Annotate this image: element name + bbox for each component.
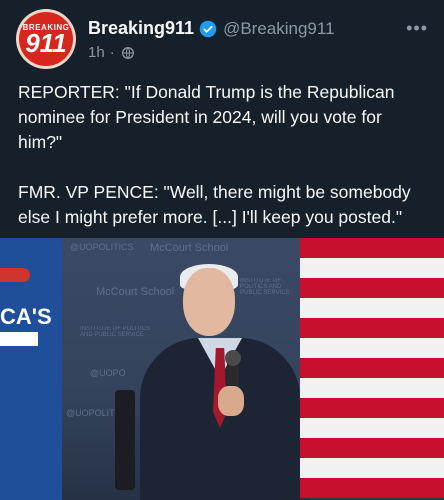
speaker-head — [183, 268, 235, 336]
name-row: Breaking911 @Breaking911 — [88, 18, 335, 39]
backdrop-logo: McCourt School — [150, 242, 229, 254]
speaker-hand — [218, 386, 244, 416]
chair — [115, 390, 135, 490]
avatar[interactable]: BREAKING 911 — [16, 9, 76, 69]
backdrop-logo: @UOPOLITICS — [70, 242, 134, 252]
more-options-icon[interactable]: ••• — [406, 18, 428, 39]
backdrop-logo: @UOPO — [90, 368, 126, 378]
meta-row: 1h · — [88, 44, 136, 61]
globe-icon — [121, 46, 134, 59]
backdrop-logo: INSTITUTE OF POLITICS AND PUBLIC SERVICE — [240, 278, 290, 296]
blue-banner: CA'S — [0, 238, 62, 500]
banner-white-box — [0, 332, 38, 346]
banner-text: CA'S — [0, 304, 52, 329]
timestamp[interactable]: 1h — [88, 44, 105, 61]
verified-badge-icon — [199, 20, 217, 37]
banner-red-shape — [0, 268, 30, 282]
tweet-text: REPORTER: "If Donald Trump is the Republ… — [18, 82, 411, 227]
display-name[interactable]: Breaking911 — [88, 18, 194, 39]
tweet-header: BREAKING 911 Breaking911 @Breaking911 1h… — [0, 0, 444, 70]
tweet-media[interactable]: @UOPOLITICS McCourt School INSTITUTE OF … — [0, 238, 444, 500]
avatar-logo: BREAKING 911 — [19, 12, 73, 66]
meta-separator: · — [109, 44, 115, 61]
handle[interactable]: @Breaking911 — [223, 19, 334, 39]
microphone-head — [225, 350, 241, 366]
backdrop-logo: INSTITUTE OF POLITICS AND PUBLIC SERVICE — [80, 326, 151, 338]
american-flag — [300, 238, 444, 500]
avatar-logo-number: 911 — [25, 28, 67, 58]
backdrop-logo: McCourt School — [96, 286, 175, 298]
